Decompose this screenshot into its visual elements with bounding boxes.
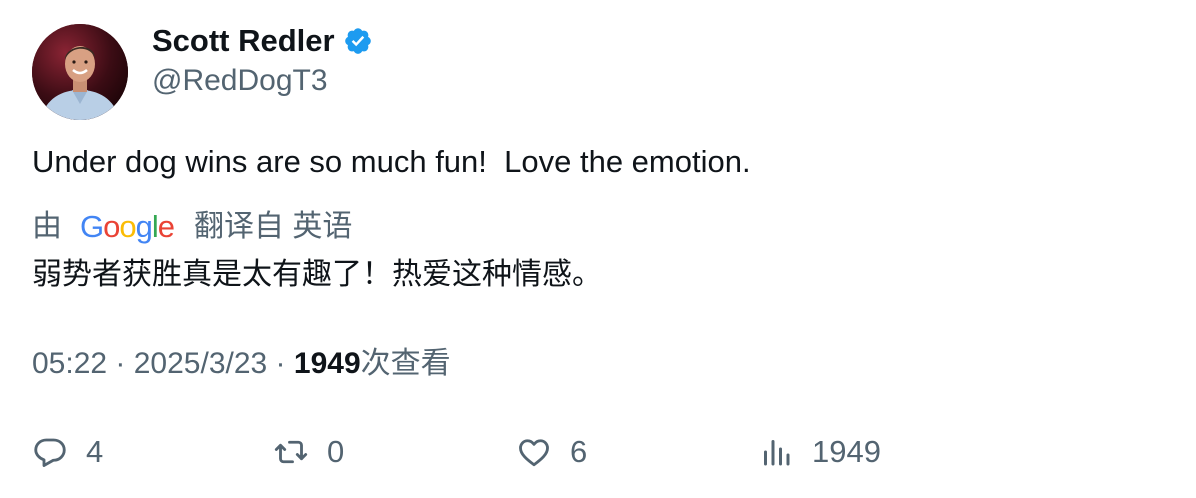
like-icon <box>519 439 549 467</box>
google-logo-letter: e <box>157 209 175 244</box>
tweet-date[interactable]: 2025/3/23 <box>134 347 267 380</box>
retweet-count: 0 <box>327 434 345 469</box>
views-count[interactable]: 1949 <box>294 347 361 380</box>
avatar-image <box>32 24 128 120</box>
views-label[interactable]: 次查看 <box>361 347 451 380</box>
author-name-text: Scott Redler <box>152 23 335 58</box>
translated-from-label[interactable]: 翻译自 英语 <box>194 208 352 246</box>
google-logo-letter: o <box>119 209 136 244</box>
reply-button[interactable]: 4 <box>32 430 103 474</box>
tweet-meta: 05:22 · 2025/3/23 · 1949次查看 <box>32 345 451 383</box>
google-logo-letter: g <box>135 209 153 244</box>
meta-separator: · <box>267 347 294 380</box>
views-button[interactable]: 1949 <box>758 430 881 474</box>
avatar[interactable] <box>32 24 128 120</box>
author-display-name[interactable]: Scott Redler <box>152 22 373 60</box>
tweet-time[interactable]: 05:22 <box>32 347 107 380</box>
google-logo-letter: o <box>103 209 120 244</box>
retweet-button[interactable]: 0 <box>273 430 344 474</box>
author-handle[interactable]: @RedDogT3 <box>152 63 328 99</box>
like-count: 6 <box>570 434 588 469</box>
tweet-card: Scott Redler @RedDogT3 Under dog wins ar… <box>0 0 1196 498</box>
views-icon <box>764 440 790 466</box>
google-logo: Google <box>80 208 175 246</box>
translated-by-label: 由 <box>32 210 62 243</box>
translation-attribution: 由 Google 翻译自 英语 <box>32 208 352 246</box>
reply-count: 4 <box>86 434 104 469</box>
reply-icon <box>34 438 66 467</box>
like-button[interactable]: 6 <box>516 430 587 474</box>
tweet-text: Under dog wins are so much fun! Love the… <box>32 144 751 179</box>
google-logo-letter: G <box>80 209 104 244</box>
views-action-count: 1949 <box>812 434 881 469</box>
meta-separator: · <box>107 347 134 380</box>
translated-tweet-text: 弱势者获胜真是太有趣了！热爱这种情感。 <box>32 258 602 291</box>
verified-badge-icon[interactable] <box>343 26 373 56</box>
retweet-icon <box>274 440 308 464</box>
